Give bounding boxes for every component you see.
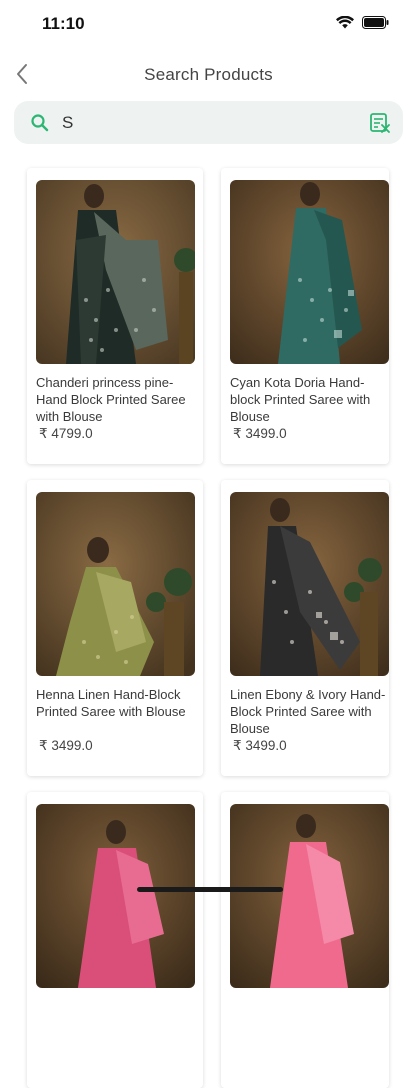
search-icon — [30, 113, 50, 133]
product-name: Cyan Kota Doria Hand-block Printed Saree… — [230, 375, 371, 424]
home-indicator[interactable] — [137, 887, 283, 892]
product-image — [230, 492, 389, 676]
battery-icon — [362, 16, 389, 29]
product-price: ₹ 4799.0 — [39, 426, 93, 441]
product-price: ₹ 3499.0 — [233, 738, 287, 753]
product-price: ₹ 3499.0 — [233, 426, 287, 441]
product-image — [36, 492, 195, 676]
product-card[interactable]: Linen Ebony & Ivory Hand-Block Printed S… — [221, 480, 389, 776]
search-bar — [14, 101, 403, 144]
wifi-icon — [336, 16, 354, 29]
product-card[interactable] — [27, 792, 203, 1088]
product-name: Chanderi princess pine-Hand Block Printe… — [36, 375, 186, 424]
product-name: Linen Ebony & Ivory Hand-Block Printed S… — [230, 687, 386, 736]
product-card[interactable] — [221, 792, 389, 1088]
product-image — [230, 804, 389, 988]
product-grid: Chanderi princess pine-Hand Block Printe… — [27, 168, 391, 1088]
product-price: ₹ 3499.0 — [39, 738, 93, 753]
status-icons — [336, 16, 389, 29]
product-image — [36, 804, 195, 988]
product-card[interactable]: Henna Linen Hand-Block Printed Saree wit… — [27, 480, 203, 776]
header: Search Products — [0, 52, 417, 96]
page-title: Search Products — [144, 65, 273, 84]
search-input[interactable] — [62, 109, 362, 136]
product-card[interactable]: Cyan Kota Doria Hand-block Printed Saree… — [221, 168, 389, 464]
product-image — [36, 180, 195, 364]
status-bar: 11:10 — [0, 0, 417, 46]
clear-filter-icon[interactable] — [369, 112, 391, 134]
product-name: Henna Linen Hand-Block Printed Saree wit… — [36, 687, 186, 719]
product-image — [230, 180, 389, 364]
product-card[interactable]: Chanderi princess pine-Hand Block Printe… — [27, 168, 203, 464]
status-time: 11:10 — [42, 14, 85, 33]
